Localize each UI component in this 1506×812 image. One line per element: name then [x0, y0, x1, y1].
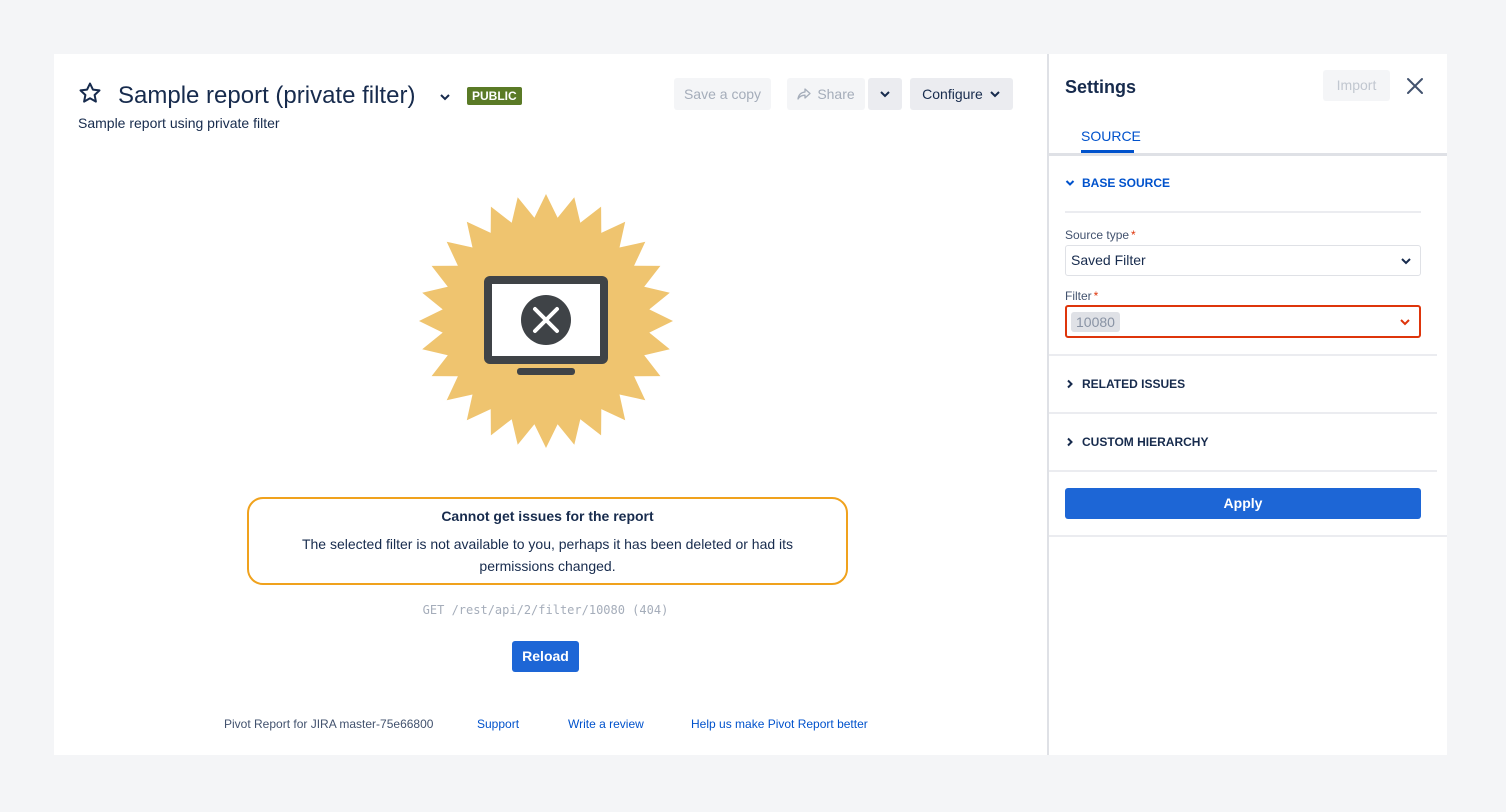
filter-value-chip: 10080 — [1071, 312, 1120, 332]
share-label: Share — [817, 86, 855, 102]
error-heading: Cannot get issues for the report — [441, 508, 654, 524]
configure-button[interactable]: Configure — [910, 78, 1013, 110]
report-page: Sample report (private filter) PUBLIC Sa… — [54, 54, 1447, 755]
import-button[interactable]: Import — [1323, 70, 1390, 101]
configure-label: Configure — [922, 86, 983, 102]
chevron-down-icon — [1401, 258, 1411, 265]
apply-button[interactable]: Apply — [1065, 488, 1421, 519]
divider — [1065, 211, 1421, 213]
footer-version: Pivot Report for JIRA master-75e66800 — [224, 717, 434, 731]
divider — [1049, 535, 1447, 537]
source-type-label-text: Source type — [1065, 228, 1130, 242]
section-related-issues-label: RELATED ISSUES — [1082, 377, 1186, 391]
source-type-select[interactable]: Saved Filter — [1065, 245, 1421, 276]
chevron-down-icon[interactable] — [438, 90, 452, 104]
settings-title: Settings — [1065, 77, 1137, 97]
report-main: Sample report (private filter) PUBLIC Sa… — [54, 54, 1047, 755]
share-icon — [797, 88, 811, 100]
required-mark: * — [1093, 289, 1099, 303]
filter-label: Filter * — [1065, 289, 1098, 303]
error-message-box: Cannot get issues for the report The sel… — [247, 497, 848, 585]
required-mark: * — [1131, 228, 1136, 242]
save-copy-button[interactable]: Save a copy — [674, 78, 771, 110]
settings-panel: Settings Import SOURCE BASE SOURCE Sourc… — [1049, 54, 1447, 755]
section-custom-hierarchy[interactable]: CUSTOM HIERARCHY — [1065, 435, 1208, 449]
chevron-down-icon — [880, 91, 890, 98]
tab-source[interactable]: SOURCE — [1081, 128, 1141, 144]
section-related-issues[interactable]: RELATED ISSUES — [1065, 377, 1185, 391]
source-type-label: Source type * — [1065, 228, 1136, 242]
footer-review-link[interactable]: Write a review — [568, 717, 644, 731]
tabs-divider — [1049, 153, 1447, 156]
filter-select[interactable]: 10080 — [1065, 305, 1421, 338]
chevron-down-icon — [1065, 180, 1075, 186]
section-custom-hierarchy-label: CUSTOM HIERARCHY — [1082, 435, 1209, 449]
report-subtitle: Sample report using private filter — [78, 115, 280, 131]
divider — [1049, 470, 1437, 472]
source-type-value: Saved Filter — [1071, 252, 1146, 268]
error-message: The selected filter is not available to … — [301, 536, 794, 574]
report-title: Sample report (private filter) — [118, 82, 416, 109]
chevron-right-icon — [1067, 379, 1073, 389]
share-menu-button[interactable] — [868, 78, 902, 110]
star-icon[interactable] — [78, 81, 102, 105]
footer-support-link[interactable]: Support — [477, 717, 519, 731]
divider — [1049, 412, 1437, 414]
error-request: GET /rest/api/2/filter/10080 (404) — [422, 603, 669, 617]
public-badge: PUBLIC — [467, 87, 522, 105]
footer-help-link[interactable]: Help us make Pivot Report better — [691, 717, 868, 731]
divider — [1049, 354, 1437, 356]
monitor-error-icon — [419, 194, 673, 448]
section-base-source-label: BASE SOURCE — [1082, 176, 1171, 190]
close-icon[interactable] — [1406, 77, 1424, 95]
filter-label-text: Filter — [1065, 289, 1092, 303]
reload-button[interactable]: Reload — [512, 641, 579, 672]
chevron-right-icon — [1067, 437, 1073, 447]
save-copy-label: Save a copy — [683, 86, 762, 102]
share-button[interactable]: Share — [787, 78, 865, 110]
chevron-down-icon — [1400, 319, 1410, 326]
chevron-down-icon — [990, 91, 1000, 98]
section-base-source[interactable]: BASE SOURCE — [1065, 176, 1170, 190]
